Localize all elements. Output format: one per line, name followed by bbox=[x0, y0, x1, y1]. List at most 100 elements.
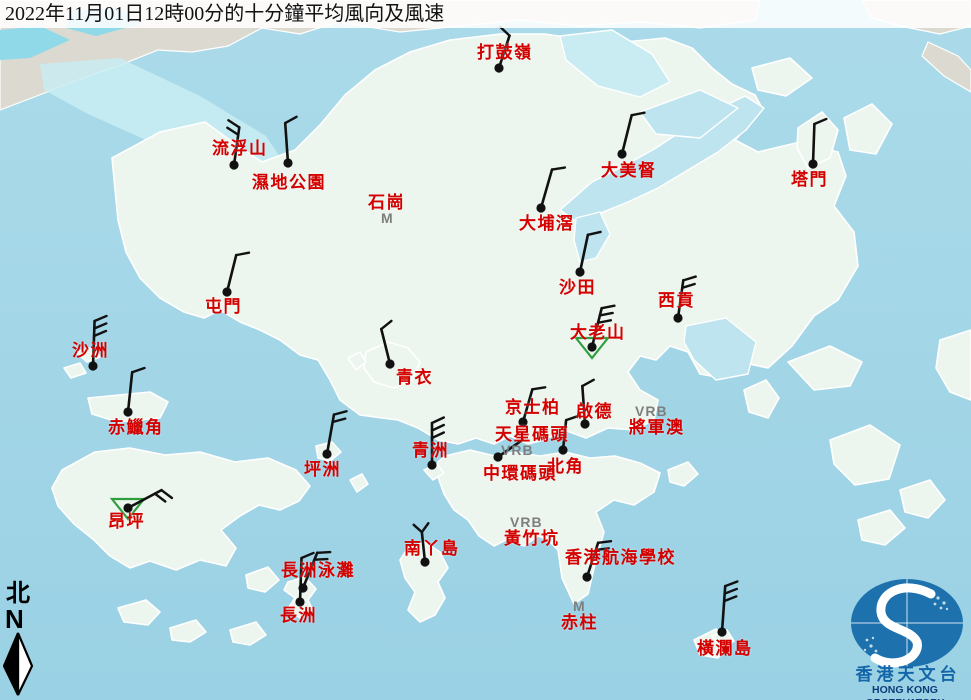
station-label: 香港航海學校 bbox=[565, 549, 676, 567]
wind-barb-tick bbox=[381, 321, 391, 329]
wind-barb-shaft bbox=[381, 329, 390, 364]
station-屯門 bbox=[222, 253, 249, 297]
station-濕地公園 bbox=[283, 117, 296, 168]
variable-wind-indicator: VRB bbox=[635, 404, 668, 418]
station-label: 啟德 bbox=[576, 403, 613, 421]
station-赤鱲角 bbox=[123, 368, 144, 417]
wind-barb-tick bbox=[598, 541, 611, 543]
wind-barb-tick bbox=[432, 425, 444, 430]
wind-barb-tick bbox=[552, 168, 565, 170]
station-dot bbox=[494, 63, 503, 72]
wind-barb-tick bbox=[432, 433, 444, 438]
station-label: 西貢 bbox=[658, 292, 695, 310]
station-dot bbox=[582, 572, 591, 581]
wind-barb-tick bbox=[422, 523, 428, 532]
station-dot bbox=[587, 342, 596, 351]
wind-barb-tick bbox=[532, 387, 545, 389]
variable-wind-indicator: VRB bbox=[510, 515, 543, 529]
station-dot bbox=[427, 460, 436, 469]
station-dot bbox=[617, 149, 626, 158]
wind-barb-tick bbox=[602, 306, 615, 308]
wind-barb-tick bbox=[632, 113, 645, 115]
wind-barb-tick bbox=[500, 27, 510, 36]
wind-barb-tick bbox=[317, 552, 330, 553]
wind-barb-tick bbox=[94, 323, 106, 328]
compass: 北 N bbox=[3, 582, 37, 696]
wind-barb-tick bbox=[588, 232, 601, 235]
station-label: 黃竹坑 bbox=[504, 530, 560, 548]
station-dot bbox=[673, 313, 682, 322]
station-塔門 bbox=[808, 119, 826, 169]
station-坪洲 bbox=[322, 411, 346, 458]
station-label: 沙洲 bbox=[72, 342, 109, 360]
missing-data-indicator: M bbox=[381, 211, 394, 225]
station-大埔滘 bbox=[536, 168, 564, 213]
hko-logo-icon bbox=[843, 576, 971, 672]
station-label: 坪洲 bbox=[304, 461, 341, 479]
station-dot bbox=[536, 203, 545, 212]
station-label: 打鼓嶺 bbox=[477, 44, 533, 62]
wind-barb-tick bbox=[814, 119, 826, 124]
station-label: 長洲 bbox=[280, 607, 317, 625]
station-dot bbox=[283, 158, 292, 167]
wind-barb-tick bbox=[236, 253, 249, 255]
station-label: 大老山 bbox=[570, 324, 626, 342]
wind-barb-tick bbox=[285, 117, 296, 123]
wind-barb-tick bbox=[132, 368, 144, 372]
station-label: 南丫島 bbox=[404, 540, 460, 558]
station-label: 將軍澳 bbox=[629, 419, 685, 437]
wind-barb-tick bbox=[725, 589, 737, 594]
compass-north-letter: N bbox=[3, 607, 37, 632]
station-label: 青衣 bbox=[396, 369, 433, 387]
station-label: 長洲泳灘 bbox=[281, 562, 355, 580]
station-dot bbox=[558, 445, 567, 454]
station-dot bbox=[385, 359, 394, 368]
station-dot bbox=[808, 159, 817, 168]
station-label: 昂坪 bbox=[108, 513, 145, 531]
station-label: 北角 bbox=[547, 458, 584, 476]
wind-barb-tick bbox=[314, 559, 327, 560]
station-大美督 bbox=[617, 113, 644, 159]
station-label: 橫瀾島 bbox=[697, 640, 753, 658]
wind-barb-tick bbox=[725, 581, 737, 586]
station-沙田 bbox=[575, 232, 600, 277]
wind-barb-tick bbox=[302, 553, 314, 558]
wind-barb-shaft bbox=[227, 255, 236, 292]
north-arrow-icon bbox=[3, 632, 37, 696]
station-橫瀾島 bbox=[717, 581, 737, 636]
station-dot bbox=[717, 627, 726, 636]
wind-barb-tick bbox=[600, 313, 613, 315]
wind-barb-tick bbox=[95, 316, 107, 321]
wind-barb-shaft bbox=[622, 115, 632, 154]
station-label: 赤鱲角 bbox=[108, 419, 164, 437]
hko-logo-english: HONG KONG OBSERVATORY bbox=[836, 684, 971, 700]
wind-barb-tick bbox=[228, 120, 239, 127]
station-label: 大美督 bbox=[601, 162, 657, 180]
wind-barb-shaft bbox=[541, 170, 552, 208]
station-label: 京士柏 bbox=[505, 399, 561, 417]
wind-barb-tick bbox=[94, 331, 106, 336]
station-label: 中環碼頭 bbox=[483, 465, 557, 483]
station-label: 青洲 bbox=[412, 442, 449, 460]
station-dot bbox=[229, 160, 238, 169]
wind-barb-tick bbox=[227, 128, 238, 135]
station-青衣 bbox=[381, 321, 394, 369]
wind-barb-tick bbox=[334, 411, 347, 414]
wind-barb-tick bbox=[414, 525, 422, 532]
wind-barb-shaft bbox=[580, 235, 588, 272]
wind-barb-tick bbox=[683, 277, 695, 281]
station-dot bbox=[123, 407, 132, 416]
wind-barb-tick bbox=[162, 490, 172, 498]
station-label: 塔門 bbox=[791, 171, 828, 189]
station-label: 石崗 bbox=[368, 194, 405, 212]
wind-barb-tick bbox=[724, 596, 736, 601]
station-dot bbox=[88, 361, 97, 370]
map-title: 2022年11月01日12時00分的十分鐘平均風向及風速 bbox=[0, 0, 971, 28]
station-label: 大埔滘 bbox=[519, 215, 575, 233]
wind-barb-shaft bbox=[128, 372, 132, 412]
wind-barbs-layer bbox=[0, 0, 971, 700]
station-dot bbox=[575, 267, 584, 276]
station-label: 天星碼頭 bbox=[495, 426, 569, 444]
station-label: 沙田 bbox=[559, 279, 596, 297]
wind-barb-tick bbox=[155, 494, 165, 502]
